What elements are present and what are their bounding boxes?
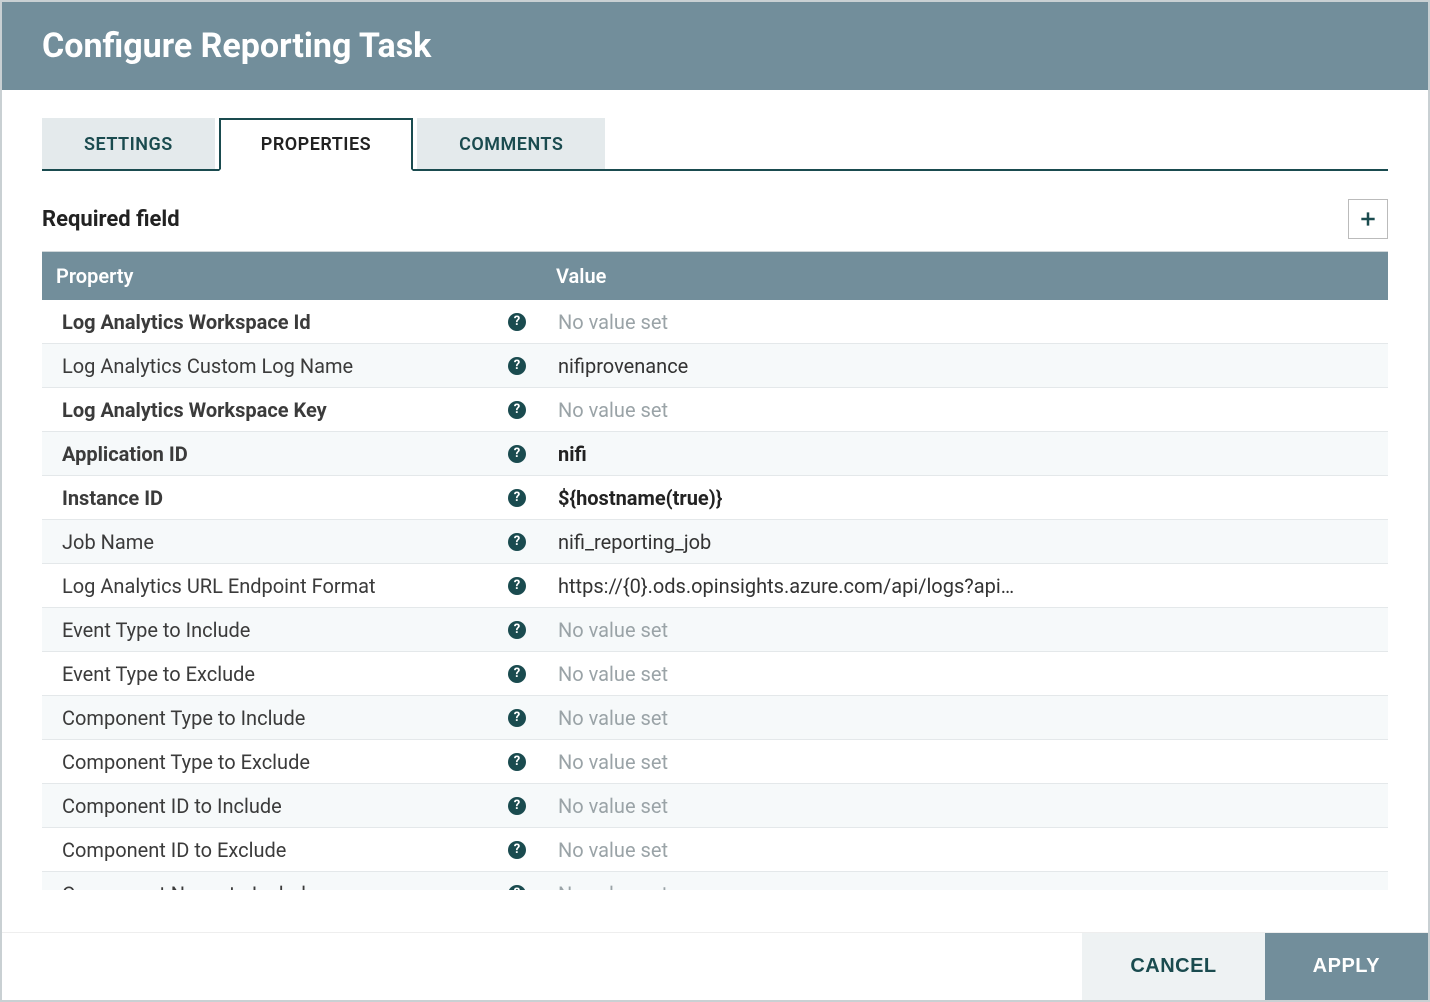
property-value-cell[interactable]: ${hostname(true)} (542, 478, 1042, 518)
help-icon[interactable]: ? (508, 313, 526, 331)
property-name: Event Type to Exclude (62, 662, 255, 686)
required-field-heading: Required field (42, 207, 180, 232)
dialog-title: Configure Reporting Task (42, 26, 1388, 66)
help-icon[interactable]: ? (508, 621, 526, 639)
table-row: Log Analytics Workspace Id?No value set (42, 300, 1388, 344)
help-icon[interactable]: ? (508, 797, 526, 815)
property-name: Component ID to Include (62, 794, 282, 818)
table-body: Log Analytics Workspace Id?No value setL… (42, 300, 1388, 890)
property-value-cell[interactable]: No value set (542, 610, 1042, 650)
property-name: Component Type to Exclude (62, 750, 310, 774)
property-name: Job Name (62, 530, 154, 554)
help-icon[interactable]: ? (508, 709, 526, 727)
column-header-property: Property (42, 252, 542, 300)
table-row: Component ID to Exclude?No value set (42, 828, 1388, 872)
table-row: Instance ID?${hostname(true)} (42, 476, 1388, 520)
section-row: Required field (42, 199, 1388, 239)
table-row: Event Type to Include?No value set (42, 608, 1388, 652)
help-icon[interactable]: ? (508, 665, 526, 683)
property-value-cell[interactable]: No value set (542, 654, 1042, 694)
tab-properties[interactable]: PROPERTIES (219, 118, 413, 171)
table-row: Log Analytics URL Endpoint Format?https:… (42, 564, 1388, 608)
help-icon[interactable]: ? (508, 533, 526, 551)
table-header-row: Property Value (42, 252, 1388, 300)
property-value-cell[interactable]: No value set (542, 390, 1042, 430)
tab-settings[interactable]: SETTINGS (42, 118, 215, 169)
property-value-cell[interactable]: nifi_reporting_job (542, 522, 1042, 562)
property-name-cell: Component Name to Include? (42, 874, 542, 891)
property-name: Instance ID (62, 486, 163, 510)
property-value-cell[interactable]: No value set (542, 742, 1042, 782)
property-name-cell: Component ID to Exclude? (42, 830, 542, 870)
plus-icon (1358, 209, 1378, 229)
property-value-cell[interactable]: No value set (542, 698, 1042, 738)
property-name: Log Analytics Custom Log Name (62, 354, 353, 378)
property-value-cell[interactable]: https://{0}.ods.opinsights.azure.com/api… (542, 566, 1042, 606)
table-row: Application ID?nifi (42, 432, 1388, 476)
help-icon[interactable]: ? (508, 401, 526, 419)
configure-reporting-task-dialog: Configure Reporting Task SETTINGSPROPERT… (0, 0, 1430, 1002)
property-value-cell[interactable]: No value set (542, 302, 1042, 342)
table-row: Log Analytics Workspace Key?No value set (42, 388, 1388, 432)
property-name: Component Name to Include (62, 882, 317, 891)
property-name-cell: Component Type to Exclude? (42, 742, 542, 782)
property-name: Log Analytics Workspace Key (62, 398, 327, 422)
cancel-button[interactable]: CANCEL (1082, 933, 1264, 1000)
table-row: Job Name?nifi_reporting_job (42, 520, 1388, 564)
apply-button[interactable]: APPLY (1265, 933, 1428, 1000)
property-value-cell[interactable]: nifiprovenance (542, 346, 1042, 386)
property-name-cell: Log Analytics Custom Log Name? (42, 346, 542, 386)
dialog-header: Configure Reporting Task (2, 2, 1428, 90)
property-value-cell[interactable]: No value set (542, 830, 1042, 870)
help-icon[interactable]: ? (508, 445, 526, 463)
help-icon[interactable]: ? (508, 885, 526, 891)
property-value-cell[interactable]: nifi (542, 434, 1042, 474)
property-name: Application ID (62, 442, 188, 466)
help-icon[interactable]: ? (508, 841, 526, 859)
property-name-cell: Log Analytics Workspace Key? (42, 390, 542, 430)
property-name: Log Analytics URL Endpoint Format (62, 574, 376, 598)
property-name-cell: Log Analytics URL Endpoint Format? (42, 566, 542, 606)
property-value-cell[interactable]: No value set (542, 786, 1042, 826)
column-header-value: Value (542, 252, 1388, 300)
tab-bar: SETTINGSPROPERTIESCOMMENTS (42, 118, 1388, 171)
property-value-cell[interactable]: No value set (542, 874, 1042, 891)
table-row: Log Analytics Custom Log Name?nifiproven… (42, 344, 1388, 388)
property-name: Log Analytics Workspace Id (62, 310, 311, 334)
property-name-cell: Component Type to Include? (42, 698, 542, 738)
property-name: Event Type to Include (62, 618, 250, 642)
property-name-cell: Event Type to Include? (42, 610, 542, 650)
help-icon[interactable]: ? (508, 357, 526, 375)
property-name-cell: Event Type to Exclude? (42, 654, 542, 694)
dialog-body: SETTINGSPROPERTIESCOMMENTS Required fiel… (2, 90, 1428, 932)
property-name: Component ID to Exclude (62, 838, 286, 862)
table-row: Component Type to Exclude?No value set (42, 740, 1388, 784)
table-row: Event Type to Exclude?No value set (42, 652, 1388, 696)
help-icon[interactable]: ? (508, 489, 526, 507)
property-name-cell: Job Name? (42, 522, 542, 562)
add-property-button[interactable] (1348, 199, 1388, 239)
property-name-cell: Log Analytics Workspace Id? (42, 302, 542, 342)
help-icon[interactable]: ? (508, 577, 526, 595)
table-row: Component Name to Include?No value set (42, 872, 1388, 890)
table-row: Component Type to Include?No value set (42, 696, 1388, 740)
dialog-footer: CANCEL APPLY (2, 932, 1428, 1000)
tab-comments[interactable]: COMMENTS (417, 118, 605, 169)
property-name: Component Type to Include (62, 706, 305, 730)
table-row: Component ID to Include?No value set (42, 784, 1388, 828)
help-icon[interactable]: ? (508, 753, 526, 771)
property-name-cell: Instance ID? (42, 478, 542, 518)
property-name-cell: Component ID to Include? (42, 786, 542, 826)
property-name-cell: Application ID? (42, 434, 542, 474)
properties-table: Property Value Log Analytics Workspace I… (42, 251, 1388, 932)
